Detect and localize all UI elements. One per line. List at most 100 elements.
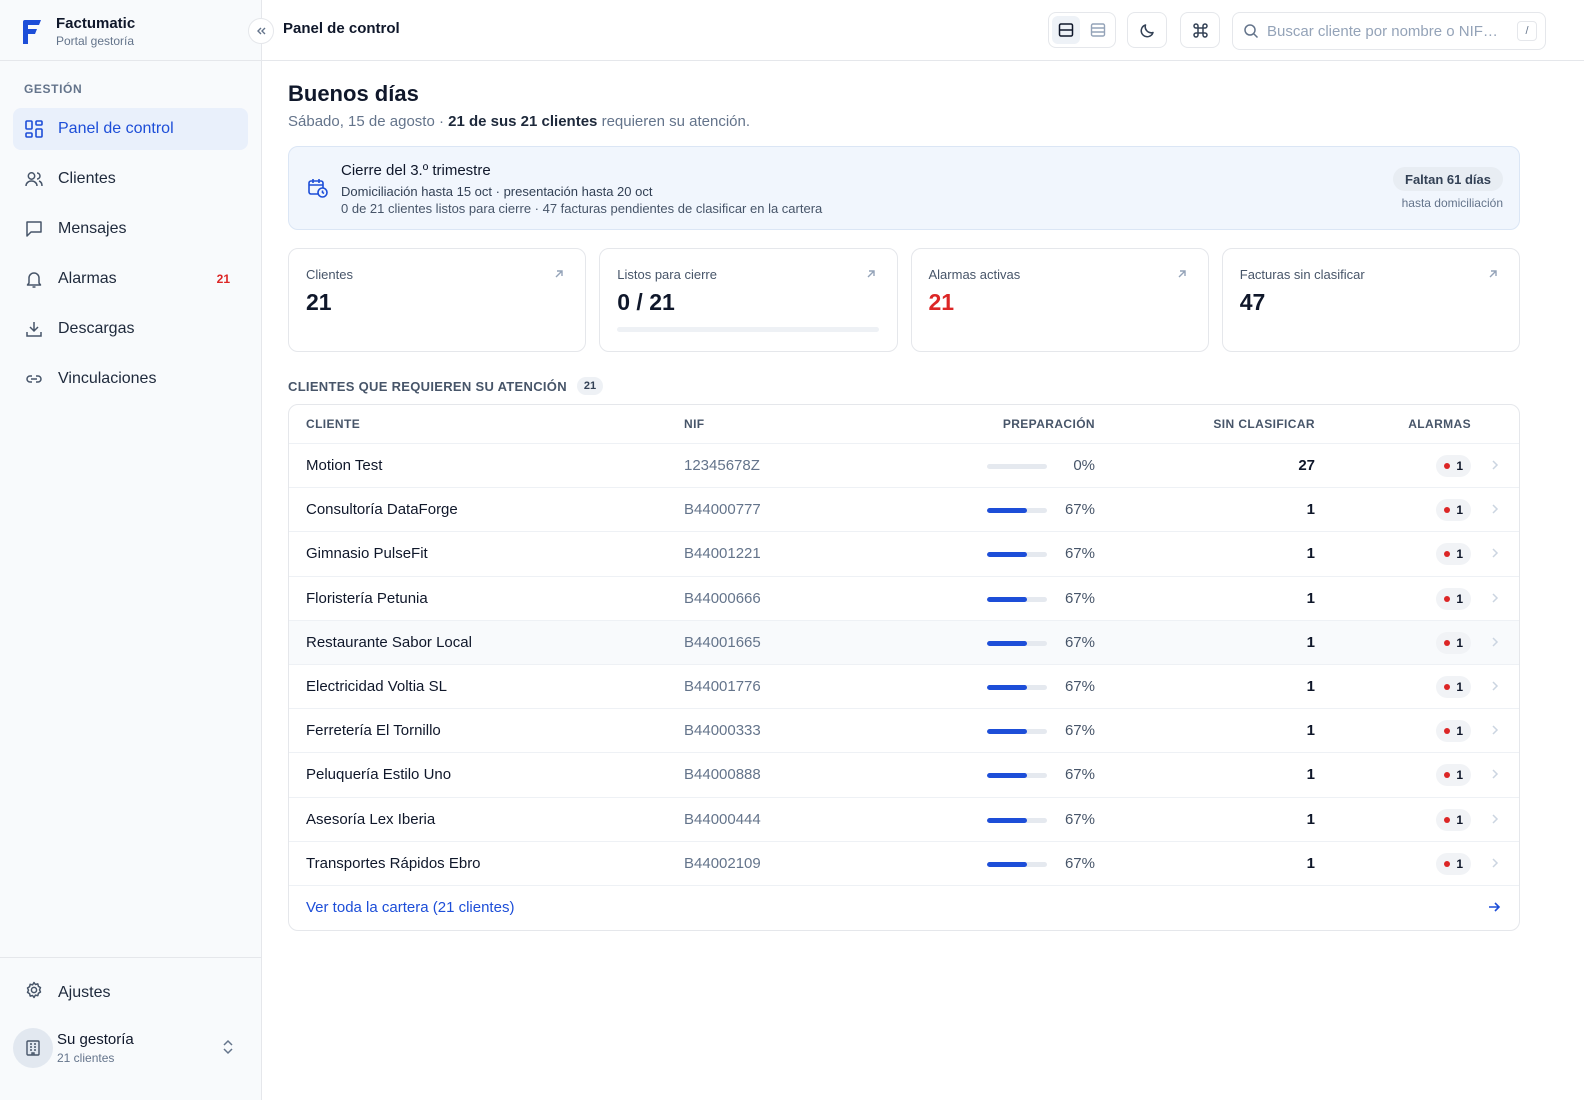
sidebar-item-alarmas[interactable]: Alarmas 21	[13, 258, 248, 300]
unclassified-count: 1	[1306, 766, 1315, 784]
preparation-percent: 67%	[1064, 766, 1095, 784]
table-row[interactable]: Transportes Rápidos Ebro B44002109 67% 1 1	[289, 842, 1519, 886]
sidebar-item-label: Panel de control	[58, 120, 174, 137]
alarm-dot-icon	[1444, 728, 1451, 735]
alarm-badge: 1	[1436, 543, 1471, 566]
client-nif: 12345678Z	[684, 457, 760, 474]
alarm-dot-icon	[1444, 639, 1451, 646]
split-view-button[interactable]	[1052, 16, 1080, 44]
alarm-badge: 1	[1436, 499, 1471, 522]
table-row[interactable]: Consultoría DataForge B44000777 67% 1 1	[289, 488, 1519, 533]
table-row[interactable]: Peluquería Estilo Uno B44000888 67% 1 1	[289, 753, 1519, 798]
theme-toggle-button[interactable]	[1127, 12, 1167, 48]
table-row[interactable]: Asesoría Lex Iberia B44000444 67% 1 1	[289, 798, 1519, 842]
org-switcher[interactable]: Su gestoría 21 clientes	[13, 1026, 248, 1070]
preparation-percent: 67%	[1064, 722, 1095, 740]
column-header-preparacion[interactable]: PREPARACIÓN	[1003, 417, 1095, 431]
client-nif: B44001776	[684, 677, 761, 695]
section-title: CLIENTES QUE REQUIEREN SU ATENCIÓN	[288, 378, 567, 394]
stat-card-facturas[interactable]: Facturas sin clasificar 47	[1221, 248, 1520, 352]
table-footer[interactable]: Ver toda la cartera (21 clientes)	[289, 886, 1519, 930]
sidebar-item-label: Alarmas	[58, 270, 117, 287]
list-view-button[interactable]	[1084, 16, 1112, 44]
sidebar-item-descargas[interactable]: Descargas	[13, 308, 248, 350]
sidebar-item-vinculaciones[interactable]: Vinculaciones	[13, 358, 248, 400]
table-row[interactable]: Floristería Petunia B44000666 67% 1 1	[289, 577, 1519, 621]
column-header-alarmas[interactable]: ALARMAS	[1408, 417, 1471, 431]
search-box: /	[1232, 12, 1546, 50]
unclassified-count: 1	[1306, 633, 1315, 651]
sidebar-item-label: Descargas	[58, 320, 135, 337]
table-row[interactable]: Motion Test 12345678Z 0% 27 1	[289, 444, 1519, 489]
stat-card-alarmas[interactable]: Alarmas activas 21	[910, 248, 1209, 352]
alarm-count: 1	[1456, 812, 1463, 827]
settings-link[interactable]: Ajustes	[24, 980, 110, 1005]
client-nif: B44000777	[684, 501, 761, 519]
alarm-badge: 1	[1436, 675, 1471, 698]
sidebar-item-label: Mensajes	[58, 220, 127, 237]
alarm-badge: 1	[1436, 455, 1471, 477]
stat-value: 0 / 21	[617, 289, 675, 315]
attention-suffix: requieren su atención.	[597, 113, 751, 130]
unclassified-count: 1	[1306, 854, 1315, 872]
alarm-count: 1	[1456, 635, 1463, 650]
rows-layout-icon	[1090, 23, 1106, 37]
preparation-progress-bar	[987, 508, 1047, 514]
brand[interactable]: Factumatic Portal gestoría	[20, 14, 135, 50]
table-row[interactable]: Ferretería El Tornillo B44000333 67% 1 1	[289, 709, 1519, 754]
client-nif: B44001665	[684, 633, 761, 651]
brand-subtitle: Portal gestoría	[56, 34, 135, 48]
alarm-badge: 1	[1436, 808, 1471, 831]
table-row[interactable]: Electricidad Voltia SL B44001776 67% 1 1	[289, 665, 1519, 710]
sidebar-item-clientes[interactable]: Clientes	[13, 158, 248, 200]
collapse-sidebar-button[interactable]	[248, 18, 274, 44]
stat-card-listos[interactable]: Listos para cierre 0 / 21	[599, 248, 898, 352]
settings-label: Ajustes	[58, 983, 111, 1001]
greeting-subline: Sábado, 15 de agosto · 21 de sus 21 clie…	[288, 113, 750, 130]
preparation-progress-fill	[987, 773, 1028, 779]
unclassified-count: 1	[1306, 722, 1315, 740]
sidebar-item-panel-de-control[interactable]: Panel de control	[13, 108, 248, 150]
alarm-count: 1	[1456, 459, 1463, 473]
column-header-sin-clasificar[interactable]: SIN CLASIFICAR	[1213, 417, 1315, 431]
sidebar-nav: Panel de control Clientes Mensajes Alarm…	[13, 108, 248, 408]
unclassified-count: 1	[1306, 810, 1315, 828]
chevron-right-icon	[1489, 767, 1501, 785]
table-header: CLIENTE NIF PREPARACIÓN SIN CLASIFICAR A…	[289, 405, 1519, 444]
view-all-link[interactable]: Ver toda la cartera (21 clientes)	[306, 899, 514, 916]
table-row[interactable]: Gimnasio PulseFit B44001221 67% 1 1	[289, 532, 1519, 577]
stats-row: Clientes 21 Listos para cierre 0 / 21 Al…	[288, 248, 1520, 352]
search-input[interactable]	[1267, 22, 1507, 40]
chevron-right-icon	[1489, 502, 1501, 520]
column-header-nif[interactable]: NIF	[684, 417, 705, 431]
preparation-percent: 67%	[1064, 633, 1095, 651]
stat-value: 21	[306, 289, 332, 315]
avatar	[13, 1028, 53, 1068]
preparation-progress-bar	[987, 552, 1047, 558]
current-date: Sábado, 15 de agosto	[288, 113, 435, 130]
stat-card-clientes[interactable]: Clientes 21	[288, 248, 587, 352]
message-icon	[24, 219, 44, 239]
days-remaining-badge: Faltan 61 días	[1393, 167, 1503, 191]
alarm-dot-icon	[1444, 595, 1451, 602]
preparation-progress-bar	[987, 729, 1047, 735]
sidebar-item-mensajes[interactable]: Mensajes	[13, 208, 248, 250]
stat-value: 47	[1239, 289, 1266, 315]
preparation-progress-bar	[987, 861, 1047, 867]
preparation-progress-fill	[987, 640, 1028, 646]
command-palette-button[interactable]	[1180, 12, 1220, 48]
alarm-dot-icon	[1444, 816, 1451, 823]
chevrons-left-icon	[257, 27, 266, 35]
chevron-right-icon	[1489, 856, 1501, 874]
banner-summary: 0 de 21 clientes listos para cierre · 47…	[341, 201, 823, 216]
client-nif: B44000444	[684, 810, 761, 828]
alarm-badge: 1	[1436, 587, 1471, 610]
column-header-cliente[interactable]: CLIENTE	[306, 417, 360, 431]
split-layout-icon	[1058, 23, 1074, 37]
banner-title: Cierre del 3.º trimestre	[341, 162, 491, 179]
table-row[interactable]: Restaurante Sabor Local B44001665 67% 1 1	[289, 620, 1519, 665]
stat-label: Alarmas activas	[928, 267, 1021, 282]
preparation-progress-fill	[987, 861, 1028, 867]
top-header: Panel de control /	[262, 0, 1584, 61]
client-name: Electricidad Voltia SL	[306, 677, 447, 695]
